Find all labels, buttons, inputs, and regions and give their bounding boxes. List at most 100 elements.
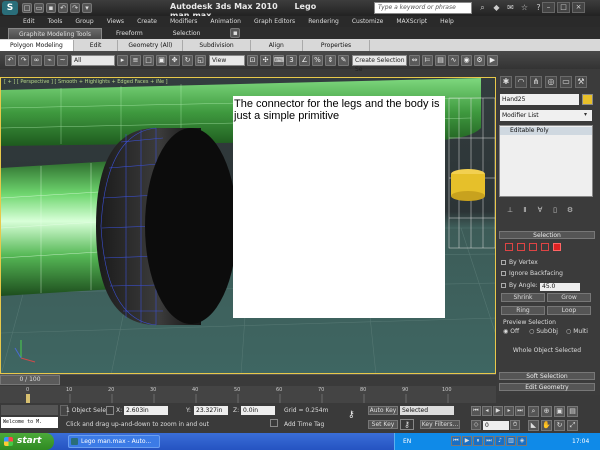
menu-tools[interactable]: Tools [48,18,63,25]
selection-filter-dropdown[interactable]: All [71,54,115,66]
maximize-icon[interactable]: □ [557,2,570,13]
key-icon[interactable]: ⚷ [348,410,355,420]
radio-multi-icon[interactable]: ○ [566,328,571,335]
security-icon[interactable]: ◈ [517,436,527,446]
undo-icon[interactable]: ↶ [5,54,16,66]
field-of-view-icon[interactable]: ◣ [528,420,539,431]
search-icon[interactable]: ⌕ [477,2,488,13]
redo-icon[interactable]: ↷ [18,54,29,66]
add-time-tag-button[interactable]: Add Time Tag [284,421,324,428]
zoom-extents-all-icon[interactable]: ▤ [567,406,578,417]
tab-selection[interactable]: Selection [153,28,211,39]
previous-frame-icon[interactable]: ◂ [482,406,492,416]
by-vertex-checkbox[interactable]: By Vertex [501,259,538,266]
tab-graphite-modeling-tools[interactable]: Graphite Modeling Tools [8,27,103,39]
orbit-icon[interactable]: ↻ [554,420,565,431]
play-icon[interactable]: ▶ [493,406,503,416]
modify-tab-icon[interactable]: ◠ [515,76,527,88]
zoom-icon[interactable]: ⌕ [528,406,539,417]
track-bar[interactable]: 0 10 20 30 40 50 60 70 80 90 100 [0,386,496,403]
keyboard-shortcut-icon[interactable]: ⌨ [273,54,284,66]
save-file-icon[interactable]: ▪ [46,3,56,13]
object-name-field[interactable]: Hand25 [500,94,579,105]
align-icon[interactable]: ⊨ [422,54,433,66]
configure-modifier-sets-icon[interactable]: ⚙ [565,205,575,215]
go-to-end-icon[interactable]: ⏭ [515,406,525,416]
key-mode-dropdown[interactable]: Selected [400,406,454,415]
panel-polygon-modeling[interactable]: Polygon Modeling [0,39,74,51]
layer-manager-icon[interactable]: ▤ [435,54,446,66]
current-frame-field[interactable]: 0 [483,420,509,430]
zoom-extents-icon[interactable]: ▣ [554,406,565,417]
modifier-list-dropdown[interactable]: Modifier List [500,110,592,121]
ignore-backfacing-checkbox[interactable]: Ignore Backfacing [501,270,563,277]
rectangular-selection-icon[interactable]: □ [143,54,154,66]
network-icon[interactable]: ▥ [506,436,516,446]
radio-subobj-icon[interactable]: ○ [529,328,534,335]
element-icon[interactable] [553,243,561,251]
pan-view-icon[interactable]: ✋ [541,420,552,431]
reference-coordinate-dropdown[interactable]: View [209,54,245,66]
menu-edit[interactable]: Edit [23,18,35,25]
time-configuration-icon[interactable]: ⏱ [510,420,520,430]
menu-modifiers[interactable]: Modifiers [170,18,197,25]
volume-icon[interactable]: ♪ [495,436,505,446]
menu-graph-editors[interactable]: Graph Editors [254,18,295,25]
next-frame-icon[interactable]: ▸ [504,406,514,416]
auto-key-button[interactable]: Auto Key [368,406,398,415]
mirror-icon[interactable]: ⇔ [409,54,420,66]
curve-editor-icon[interactable]: ∿ [448,54,459,66]
search-input[interactable]: Type a keyword or phrase [374,2,472,14]
chevron-down-icon[interactable]: ▾ [584,111,587,118]
maxscript-mini-listener[interactable]: Welcome to M. [1,417,58,428]
media-play-icon[interactable]: ▶ [462,436,472,446]
radio-off-icon[interactable]: ◉ [503,328,508,335]
menu-animation[interactable]: Animation [210,18,241,25]
render-icon[interactable]: ▶ [487,54,498,66]
subscription-icon[interactable]: ◆ [491,2,502,13]
y-coordinate-field[interactable]: 23.327in [194,406,228,415]
menu-customize[interactable]: Customize [352,18,384,25]
polygon-icon[interactable] [541,243,549,251]
display-tab-icon[interactable]: ▭ [560,76,572,88]
favorites-icon[interactable]: ☆ [519,2,530,13]
render-setup-icon[interactable]: ⚙ [474,54,485,66]
menu-group[interactable]: Group [75,18,93,25]
modifier-stack[interactable] [499,125,593,197]
viewport-label[interactable]: [ + ] [ Perspective ] [ Smooth + Highlig… [4,79,168,85]
edit-named-selection-icon[interactable]: ✎ [338,54,349,66]
set-key-icon[interactable]: ⚷ [400,419,414,430]
menu-rendering[interactable]: Rendering [308,18,339,25]
hierarchy-tab-icon[interactable]: ⋔ [530,76,542,88]
by-angle-checkbox[interactable]: By Angle: [501,282,538,289]
border-icon[interactable] [529,243,537,251]
modifier-stack-item[interactable]: Editable Poly [500,127,592,135]
panel-geometry-all[interactable]: Geometry (All) [118,39,184,51]
object-color-swatch[interactable] [582,94,593,105]
manipulate-icon[interactable]: ✣ [260,54,271,66]
menu-views[interactable]: Views [107,18,124,25]
vertex-icon[interactable] [505,243,513,251]
key-filters-button[interactable]: Key Filters... [420,420,460,429]
panel-subdivision[interactable]: Subdivision [183,39,251,51]
edit-geometry-rollout-header[interactable]: Edit Geometry [499,383,595,391]
link-icon[interactable]: ∞ [31,54,42,66]
key-mode-toggle-icon[interactable]: ◇ [471,420,481,430]
named-selection-dropdown[interactable]: Create Selection Se [352,54,407,73]
pivot-center-icon[interactable]: ⊡ [247,54,258,66]
move-icon[interactable]: ✥ [169,54,180,66]
x-coordinate-field[interactable]: 2.603in [124,406,168,415]
panel-properties[interactable]: Properties [303,39,371,51]
show-end-result-icon[interactable]: Ⅱ [520,205,530,215]
panel-edit[interactable]: Edit [74,39,119,51]
media-next-icon[interactable]: ⏭ [484,436,494,446]
communication-icon[interactable]: ✉ [505,2,516,13]
redo-icon[interactable]: ↷ [70,3,80,13]
time-slider-track[interactable] [0,374,496,386]
new-file-icon[interactable]: □ [22,3,32,13]
tab-freeform[interactable]: Freeform [102,28,153,39]
absolute-relative-toggle-icon[interactable] [106,406,114,415]
unlink-icon[interactable]: ⌁ [44,54,55,66]
taskbar-task-3dsmax[interactable]: Lego man.max - Auto... [68,435,160,448]
z-coordinate-field[interactable]: 0.0in [241,406,275,415]
